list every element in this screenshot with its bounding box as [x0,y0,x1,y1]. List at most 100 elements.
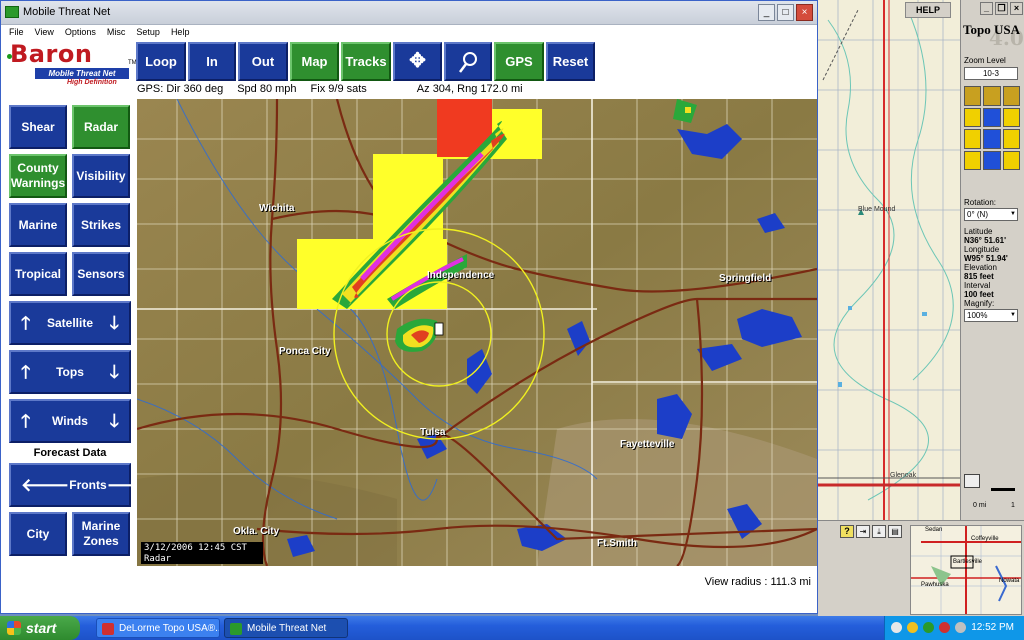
zoom-out-button[interactable]: Out [238,42,288,81]
map-layout-icon[interactable] [964,474,980,488]
county-warnings-button[interactable]: County Warnings [9,154,67,198]
tray-shield-icon[interactable] [923,622,934,633]
menu-view[interactable]: View [35,25,54,41]
goto-tool-icon[interactable]: ⇥ [856,525,870,538]
menu-help[interactable]: Help [171,25,190,41]
city-button[interactable]: City [9,512,67,556]
menu-setup[interactable]: Setup [136,25,160,41]
radar-map[interactable]: Wichita Independence Springfield Ponca C… [137,99,817,566]
baron-logo: Baron TM Mobile Threat Net High Definiti… [7,40,137,88]
zoom-preset-icon[interactable] [983,86,1001,106]
task-mobile-threat-net-label: Mobile Threat Net [247,623,327,634]
download-tool-icon[interactable]: ⤓ [872,525,886,538]
strikes-button[interactable]: Strikes [72,203,130,247]
marine-zones-button[interactable]: Marine Zones [72,512,130,556]
tray-app-icon[interactable] [939,622,950,633]
window-title: Mobile Threat Net [23,6,111,18]
radar-timestamp-box: 3/12/2006 12:45 CST Radar [141,542,263,564]
fronts-button[interactable]: 🡐 Fronts 🡒 [9,463,155,507]
tray-volume-icon[interactable] [955,622,966,633]
pan-west-icon[interactable] [964,129,982,149]
longitude-value: W95° 51.94' [964,254,1008,263]
center-map-icon[interactable] [983,129,1001,149]
move-arrows-icon: ✥ [409,50,426,72]
map-button[interactable]: Map [290,42,339,81]
magnify-select[interactable]: 100% [964,309,1018,322]
city-label-tulsa: Tulsa [420,427,446,438]
marine-button[interactable]: Marine [9,203,67,247]
task-mobile-threat-net[interactable]: Mobile Threat Net [224,618,348,638]
menu-bar: File View Options Misc Setup Help [1,25,817,41]
sensors-button[interactable]: Sensors [72,252,130,296]
topo-usa-icon [102,623,114,635]
tops-button[interactable]: 🡑 Tops 🡓 [9,350,131,394]
city-label-fort-smith: Ft.Smith [597,538,637,549]
topo-map-view[interactable]: Blue Mound Glenoak [818,0,960,520]
topo-tool-row: ? ⇥ ⤓ ▤ [840,525,902,538]
overview-label-pawhuska: Pawhuska [921,582,949,588]
topo-side-panel: 4.0 Topo USA Zoom Level 10-3 Rotation: 0… [960,0,1024,520]
desktop: Blue Mound Glenoak 4.0 Topo USA Zoom Lev… [0,0,1024,640]
arrow-up-icon: 🡑 [21,313,31,333]
zoom-preset-icon[interactable] [964,86,982,106]
pan-east-icon[interactable] [1002,129,1020,149]
reset-button[interactable]: Reset [546,42,595,81]
shear-button[interactable]: Shear [9,105,67,149]
task-topo-usa-label: DeLorme Topo USA®... [119,623,220,634]
city-label-oklahoma-city: Okla. City [233,526,280,537]
pan-southeast-icon[interactable] [1002,150,1020,170]
topo-overview-map[interactable]: Sedan Coffeyville Bartlesville Pawhuska … [910,525,1022,615]
taskbar: start DeLorme Topo USA®... Mobile Threat… [0,616,1024,640]
tray-clock: 12:52 PM [971,622,1014,633]
topo-label-blue-mound: Blue Mound [858,206,896,213]
fronts-label: Fronts [69,478,107,492]
menu-misc[interactable]: Misc [107,25,126,41]
overview-label-sedan: Sedan [925,527,943,533]
tray-expand-icon[interactable] [891,622,902,633]
pan-button[interactable]: ✥ [393,42,442,81]
winds-button[interactable]: 🡑 Winds 🡓 [9,399,131,443]
radar-button[interactable]: Radar [72,105,130,149]
longitude-label: Longitude [964,245,1000,254]
topo-minimize-button[interactable]: _ [980,2,993,15]
interval-value: 100 feet [964,290,994,299]
menu-options[interactable]: Options [65,25,96,41]
pan-southwest-icon[interactable] [964,150,982,170]
latitude-label: Latitude [964,227,993,236]
zoom-level-field[interactable]: 10-3 [964,67,1018,80]
overview-label-nowata: Nowata [999,578,1020,584]
loop-button[interactable]: Loop [136,42,186,81]
window-titlebar[interactable]: Mobile Threat Net _ □ × [1,1,817,25]
inspect-button[interactable] [444,42,492,81]
task-topo-usa[interactable]: DeLorme Topo USA®... [96,618,220,638]
gps-button[interactable]: GPS [494,42,544,81]
radar-product: Radar [144,554,172,564]
menu-file[interactable]: File [9,25,24,41]
pan-northeast-icon[interactable] [1002,107,1020,127]
topo-label-glenoak: Glenoak [890,472,917,479]
topo-nav-pad[interactable] [964,86,1020,170]
zoom-preset-icon[interactable] [1002,86,1020,106]
pan-north-icon[interactable] [983,107,1001,127]
minimize-button[interactable]: _ [758,4,775,21]
close-button[interactable]: × [796,4,813,21]
topo-help-button[interactable]: HELP [905,2,951,18]
help-tool-icon[interactable]: ? [840,525,854,538]
rotation-select[interactable]: 0° (N) [964,208,1018,221]
topo-restore-button[interactable]: ❐ [995,2,1008,15]
satellite-button[interactable]: 🡑 Satellite 🡓 [9,301,131,345]
tropical-button[interactable]: Tropical [9,252,67,296]
topo-close-button[interactable]: × [1010,2,1023,15]
maximize-button[interactable]: □ [777,4,794,21]
elevation-value: 815 feet [964,272,994,281]
topo-window-controls: _ ❐ × [980,2,1023,15]
pan-south-icon[interactable] [983,150,1001,170]
tracks-button[interactable]: Tracks [341,42,391,81]
pan-northwest-icon[interactable] [964,107,982,127]
start-button[interactable]: start [0,616,80,640]
visibility-button[interactable]: Visibility [72,154,130,198]
zoom-in-button[interactable]: In [188,42,236,81]
tray-network-icon[interactable] [907,622,918,633]
print-tool-icon[interactable]: ▤ [888,525,902,538]
gps-fix: Fix 9/9 sats [310,83,367,95]
